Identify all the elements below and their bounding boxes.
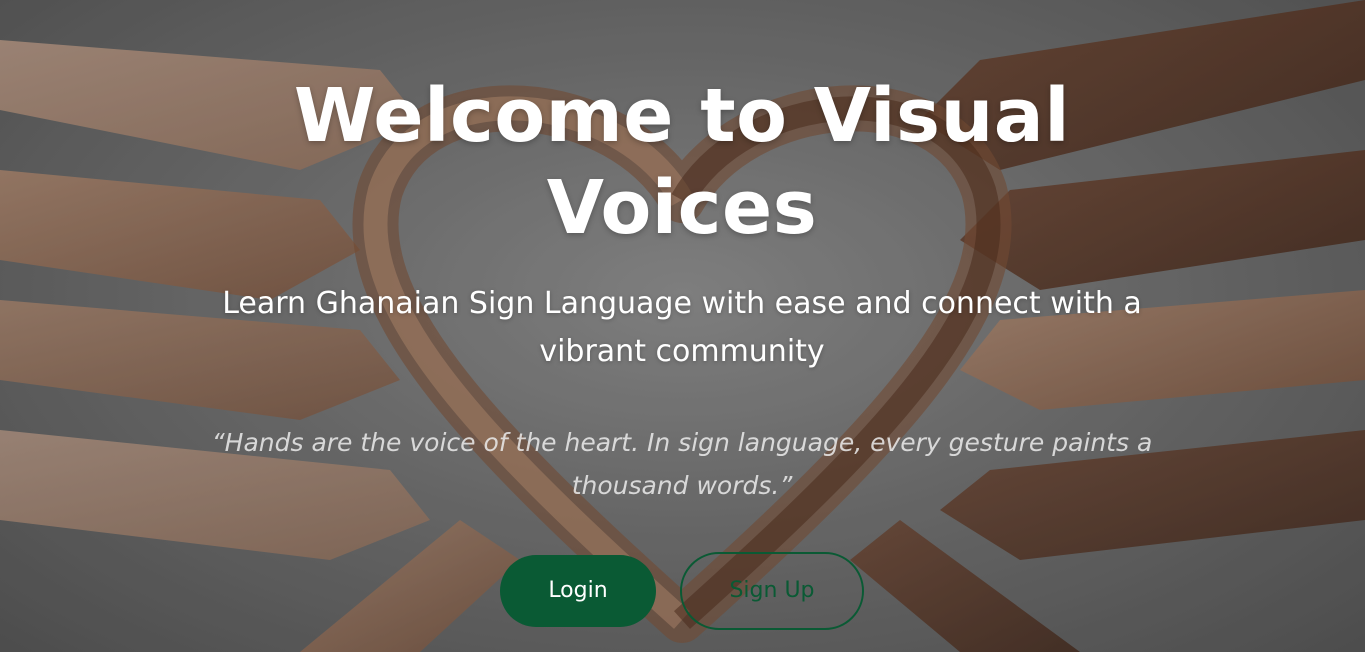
hero-quote: “Hands are the voice of the heart. In si… [211, 428, 1153, 500]
hero-section: Welcome to Visual Voices Learn Ghanaian … [0, 0, 1365, 652]
page-title: Welcome to Visual Voices [293, 73, 1071, 251]
signup-button[interactable]: Sign Up [680, 552, 864, 630]
hero-content: Welcome to Visual Voices Learn Ghanaian … [0, 0, 1365, 652]
hero-subtitle: Learn Ghanaian Sign Language with ease a… [222, 286, 1142, 369]
login-button[interactable]: Login [500, 555, 656, 627]
